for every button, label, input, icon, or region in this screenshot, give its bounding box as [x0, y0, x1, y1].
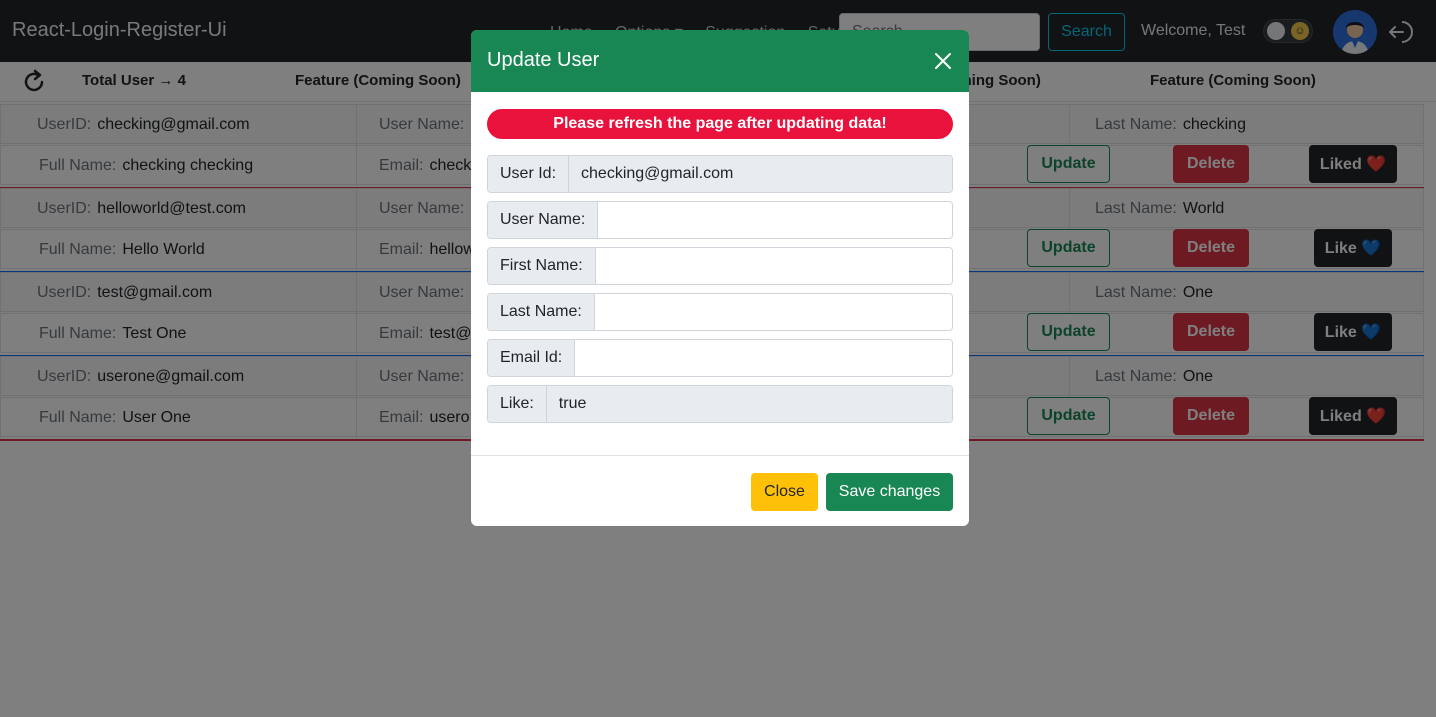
close-button[interactable]: Close — [751, 473, 818, 511]
refresh-alert: Please refresh the page after updating d… — [487, 109, 953, 139]
modal-header: Update User — [471, 30, 969, 92]
last-name-group: Last Name: — [487, 293, 953, 331]
first-name-field[interactable] — [595, 248, 952, 284]
email-group: Email Id: — [487, 339, 953, 377]
user-id-group: User Id: — [487, 155, 953, 193]
email-field-label: Email Id: — [488, 340, 576, 376]
email-field[interactable] — [575, 340, 952, 376]
like-field-label: Like: — [488, 386, 547, 422]
user-id-field[interactable] — [569, 156, 952, 192]
first-name-group: First Name: — [487, 247, 953, 285]
like-field[interactable] — [546, 386, 952, 422]
update-user-modal: Update User Please refresh the page afte… — [471, 30, 969, 526]
user-id-field-label: User Id: — [488, 156, 570, 192]
last-name-field-label: Last Name: — [488, 294, 595, 330]
save-changes-button[interactable]: Save changes — [826, 473, 953, 511]
like-group: Like: — [487, 385, 953, 423]
last-name-field[interactable] — [594, 294, 952, 330]
user-name-field-label: User Name: — [488, 202, 599, 238]
modal-footer: Close Save changes — [471, 455, 969, 526]
user-name-field[interactable] — [598, 202, 952, 238]
modal-title: Update User — [487, 49, 600, 71]
close-icon[interactable] — [933, 51, 953, 71]
user-name-group: User Name: — [487, 201, 953, 239]
first-name-field-label: First Name: — [488, 248, 596, 284]
